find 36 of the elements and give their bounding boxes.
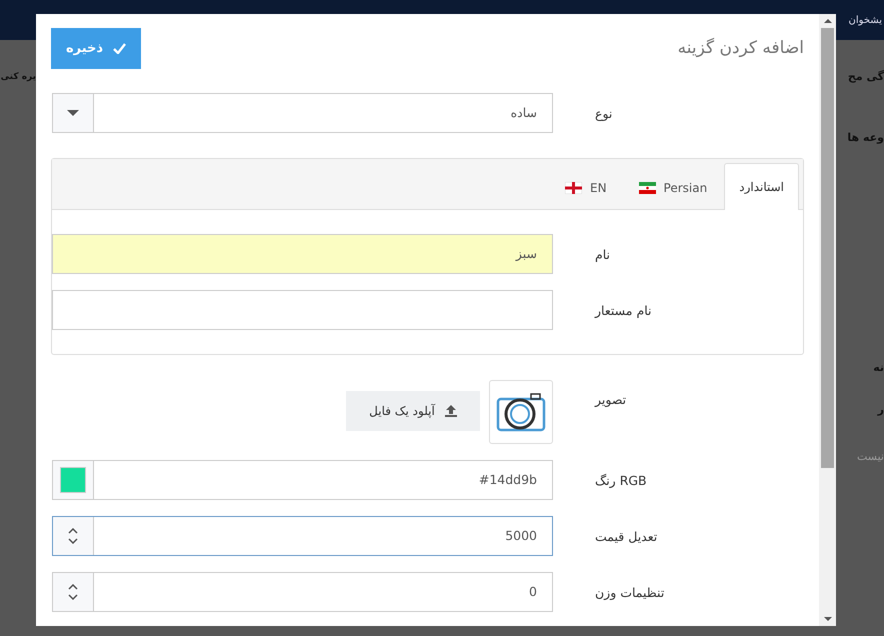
background-text: گی مح	[848, 69, 884, 85]
upload-button[interactable]: آپلود یک فایل	[346, 391, 480, 431]
number-field[interactable]: 5000	[52, 516, 553, 556]
background-text: وعه ها	[847, 130, 884, 146]
field-label: تنظیمات وزن	[594, 584, 666, 600]
field-label: تصویر	[594, 391, 628, 407]
background-text: نه	[873, 360, 884, 376]
camera-icon	[496, 391, 546, 433]
scrollbar[interactable]	[819, 14, 836, 626]
background-text: ر	[878, 402, 884, 418]
caret-icon	[67, 110, 79, 116]
dialog-title: اضافه کردن گزینه	[678, 38, 804, 58]
type-select[interactable]: ساده	[52, 93, 553, 133]
upload-icon	[444, 405, 457, 417]
chevron-down-icon	[68, 594, 78, 600]
field-label: تعدیل قیمت	[594, 528, 658, 544]
tab[interactable]: Persian	[624, 164, 722, 210]
chevron-up-icon	[68, 528, 78, 534]
nav-label[interactable]: یشخوان	[848, 14, 884, 26]
field-label: نوع	[594, 106, 614, 120]
number-field[interactable]: 0	[52, 572, 553, 612]
text-field[interactable]	[52, 290, 553, 330]
field-label: RGB رنگ	[594, 472, 648, 488]
flag-icon	[564, 182, 582, 194]
tab[interactable]: استاندارد	[724, 163, 799, 210]
tab[interactable]: EN	[550, 164, 622, 210]
field-label: نام مستعار	[594, 302, 652, 318]
check-icon	[113, 42, 126, 54]
flag-icon	[638, 182, 656, 194]
text-field[interactable]: سبز	[52, 234, 553, 274]
background-text: یره کنی	[0, 71, 36, 84]
chevron-down-icon	[68, 538, 78, 544]
background-text: نیست	[857, 449, 884, 465]
field-label: نام	[594, 246, 612, 262]
color-field[interactable]: #14dd9b	[52, 460, 553, 500]
chevron-up-icon	[68, 584, 78, 590]
